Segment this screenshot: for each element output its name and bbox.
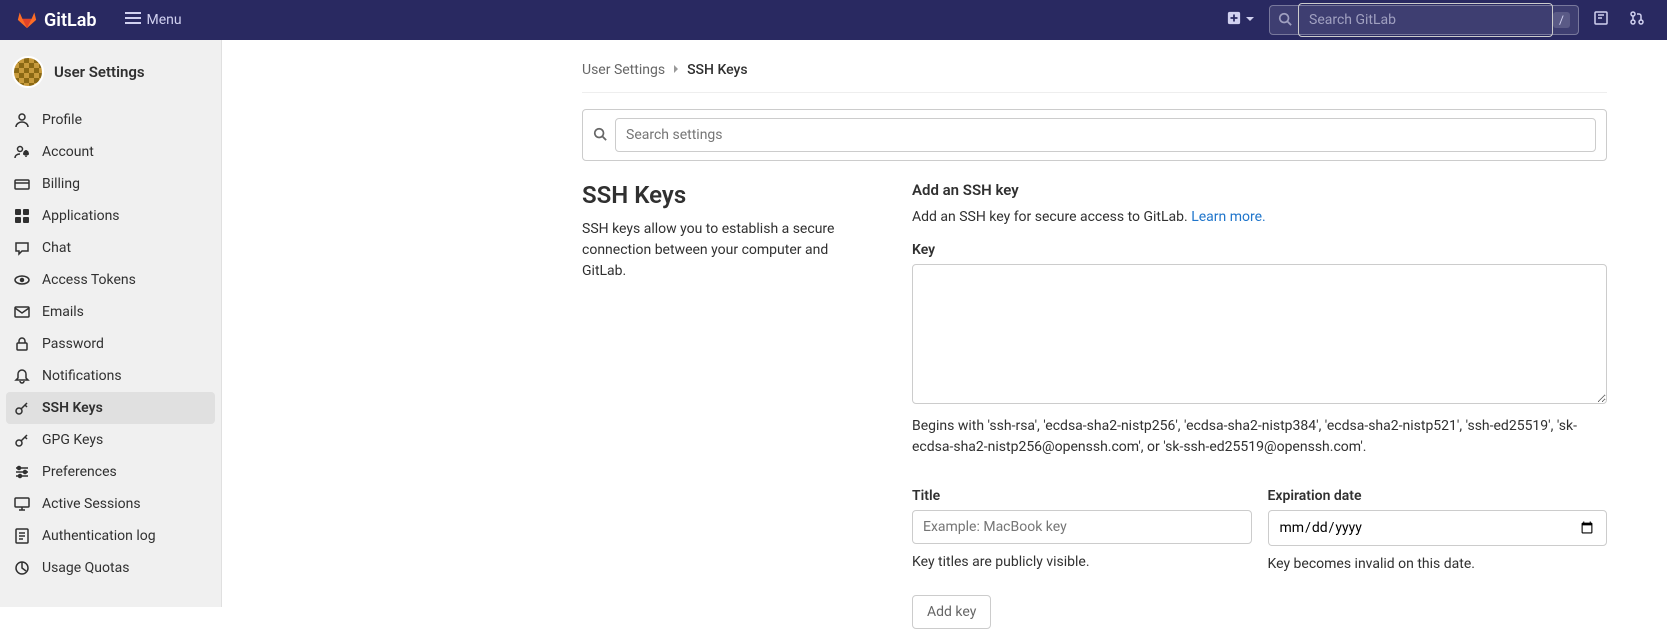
sidebar-item-label: Emails xyxy=(42,304,84,320)
sidebar-item-billing[interactable]: Billing xyxy=(0,168,221,200)
sidebar-item-label: Active Sessions xyxy=(42,496,141,512)
sidebar-item-usage-quotas[interactable]: Usage Quotas xyxy=(0,552,221,584)
sidebar-item-label: Billing xyxy=(42,176,80,192)
quota-icon xyxy=(14,560,30,576)
title-help-text: Key titles are publicly visible. xyxy=(912,552,1252,573)
chevron-right-icon xyxy=(671,62,681,78)
sidebar-item-label: Preferences xyxy=(42,464,117,480)
sidebar-item-label: Authentication log xyxy=(42,528,156,544)
sidebar-item-access-tokens[interactable]: Access Tokens xyxy=(0,264,221,296)
sidebar-item-gpg-keys[interactable]: GPG Keys xyxy=(0,424,221,456)
search-icon xyxy=(1278,11,1292,30)
search-icon xyxy=(593,126,607,145)
sidebar-item-label: Account xyxy=(42,144,94,160)
global-search-input[interactable] xyxy=(1298,3,1553,37)
sidebar-item-preferences[interactable]: Preferences xyxy=(0,456,221,488)
sidebar-item-notifications[interactable]: Notifications xyxy=(0,360,221,392)
chevron-down-icon xyxy=(1245,13,1255,28)
expiration-help-text: Key becomes invalid on this date. xyxy=(1268,554,1608,575)
search-settings-input[interactable] xyxy=(615,118,1596,152)
brand-logo[interactable]: GitLab xyxy=(16,7,97,34)
expiration-label: Expiration date xyxy=(1268,488,1608,504)
breadcrumb-current: SSH Keys xyxy=(687,62,748,78)
add-key-button[interactable]: Add key xyxy=(912,595,991,629)
sidebar-item-password[interactable]: Password xyxy=(0,328,221,360)
title-input[interactable] xyxy=(912,510,1252,544)
global-search[interactable]: / xyxy=(1269,5,1579,35)
search-shortcut-hint: / xyxy=(1553,12,1570,28)
key-help-text: Begins with 'ssh-rsa', 'ecdsa-sha2-nistp… xyxy=(912,416,1607,458)
chat-icon xyxy=(14,240,30,256)
main-content: User Settings SSH Keys SSH Keys SSH keys… xyxy=(222,40,1667,607)
learn-more-link[interactable]: Learn more. xyxy=(1191,209,1266,225)
issues-button[interactable] xyxy=(1587,4,1615,36)
sidebar-item-authentication-log[interactable]: Authentication log xyxy=(0,520,221,552)
sidebar-item-label: Profile xyxy=(42,112,82,128)
gitlab-logo-icon xyxy=(16,7,38,34)
account-icon xyxy=(14,144,30,160)
hamburger-icon xyxy=(125,10,141,30)
sidebar-item-label: GPG Keys xyxy=(42,432,103,448)
title-label: Title xyxy=(912,488,1252,504)
applications-icon xyxy=(14,208,30,224)
sidebar-item-label: Password xyxy=(42,336,104,352)
monitor-icon xyxy=(14,496,30,512)
email-icon xyxy=(14,304,30,320)
add-key-heading: Add an SSH key xyxy=(912,181,1607,199)
lock-icon xyxy=(14,336,30,352)
profile-icon xyxy=(14,112,30,128)
sidebar: User Settings Profile Account Billing Appli… xyxy=(0,40,222,607)
sidebar-item-label: Access Tokens xyxy=(42,272,136,288)
expiration-input[interactable] xyxy=(1268,510,1608,546)
sidebar-item-emails[interactable]: Emails xyxy=(0,296,221,328)
sidebar-item-profile[interactable]: Profile xyxy=(0,104,221,136)
breadcrumb-parent[interactable]: User Settings xyxy=(582,62,665,78)
sidebar-item-chat[interactable]: Chat xyxy=(0,232,221,264)
token-icon xyxy=(14,272,30,288)
log-icon xyxy=(14,528,30,544)
menu-label: Menu xyxy=(147,12,182,28)
menu-button[interactable]: Menu xyxy=(117,4,190,36)
sidebar-item-applications[interactable]: Applications xyxy=(0,200,221,232)
search-settings[interactable] xyxy=(582,109,1607,161)
sidebar-item-label: Usage Quotas xyxy=(42,560,129,576)
page-description: SSH keys allow you to establish a secure… xyxy=(582,219,872,282)
sidebar-item-label: Chat xyxy=(42,240,71,256)
sidebar-nav: Profile Account Billing Applications Chat Acc… xyxy=(0,104,221,584)
page-title: SSH Keys xyxy=(582,181,872,209)
sidebar-item-label: SSH Keys xyxy=(42,400,103,416)
add-key-intro: Add an SSH key for secure access to GitL… xyxy=(912,207,1607,228)
key-icon xyxy=(14,432,30,448)
sidebar-header: User Settings xyxy=(0,48,221,96)
topbar: GitLab Menu / xyxy=(0,0,1667,40)
preferences-icon xyxy=(14,464,30,480)
sidebar-item-account[interactable]: Account xyxy=(0,136,221,168)
key-icon xyxy=(14,400,30,416)
billing-icon xyxy=(14,176,30,192)
merge-request-icon xyxy=(1629,10,1645,30)
key-textarea[interactable] xyxy=(912,264,1607,404)
merge-requests-button[interactable] xyxy=(1623,4,1651,36)
sidebar-title: User Settings xyxy=(54,63,145,81)
plus-icon xyxy=(1227,11,1241,29)
sidebar-item-label: Applications xyxy=(42,208,120,224)
sidebar-item-label: Notifications xyxy=(42,368,122,384)
key-label: Key xyxy=(912,242,1607,258)
sidebar-item-active-sessions[interactable]: Active Sessions xyxy=(0,488,221,520)
breadcrumb: User Settings SSH Keys xyxy=(582,56,1607,93)
issues-icon xyxy=(1593,10,1609,30)
new-button[interactable] xyxy=(1221,5,1261,35)
bell-icon xyxy=(14,368,30,384)
avatar xyxy=(12,56,44,88)
brand-name: GitLab xyxy=(44,10,97,31)
sidebar-item-ssh-keys[interactable]: SSH Keys xyxy=(6,392,215,424)
